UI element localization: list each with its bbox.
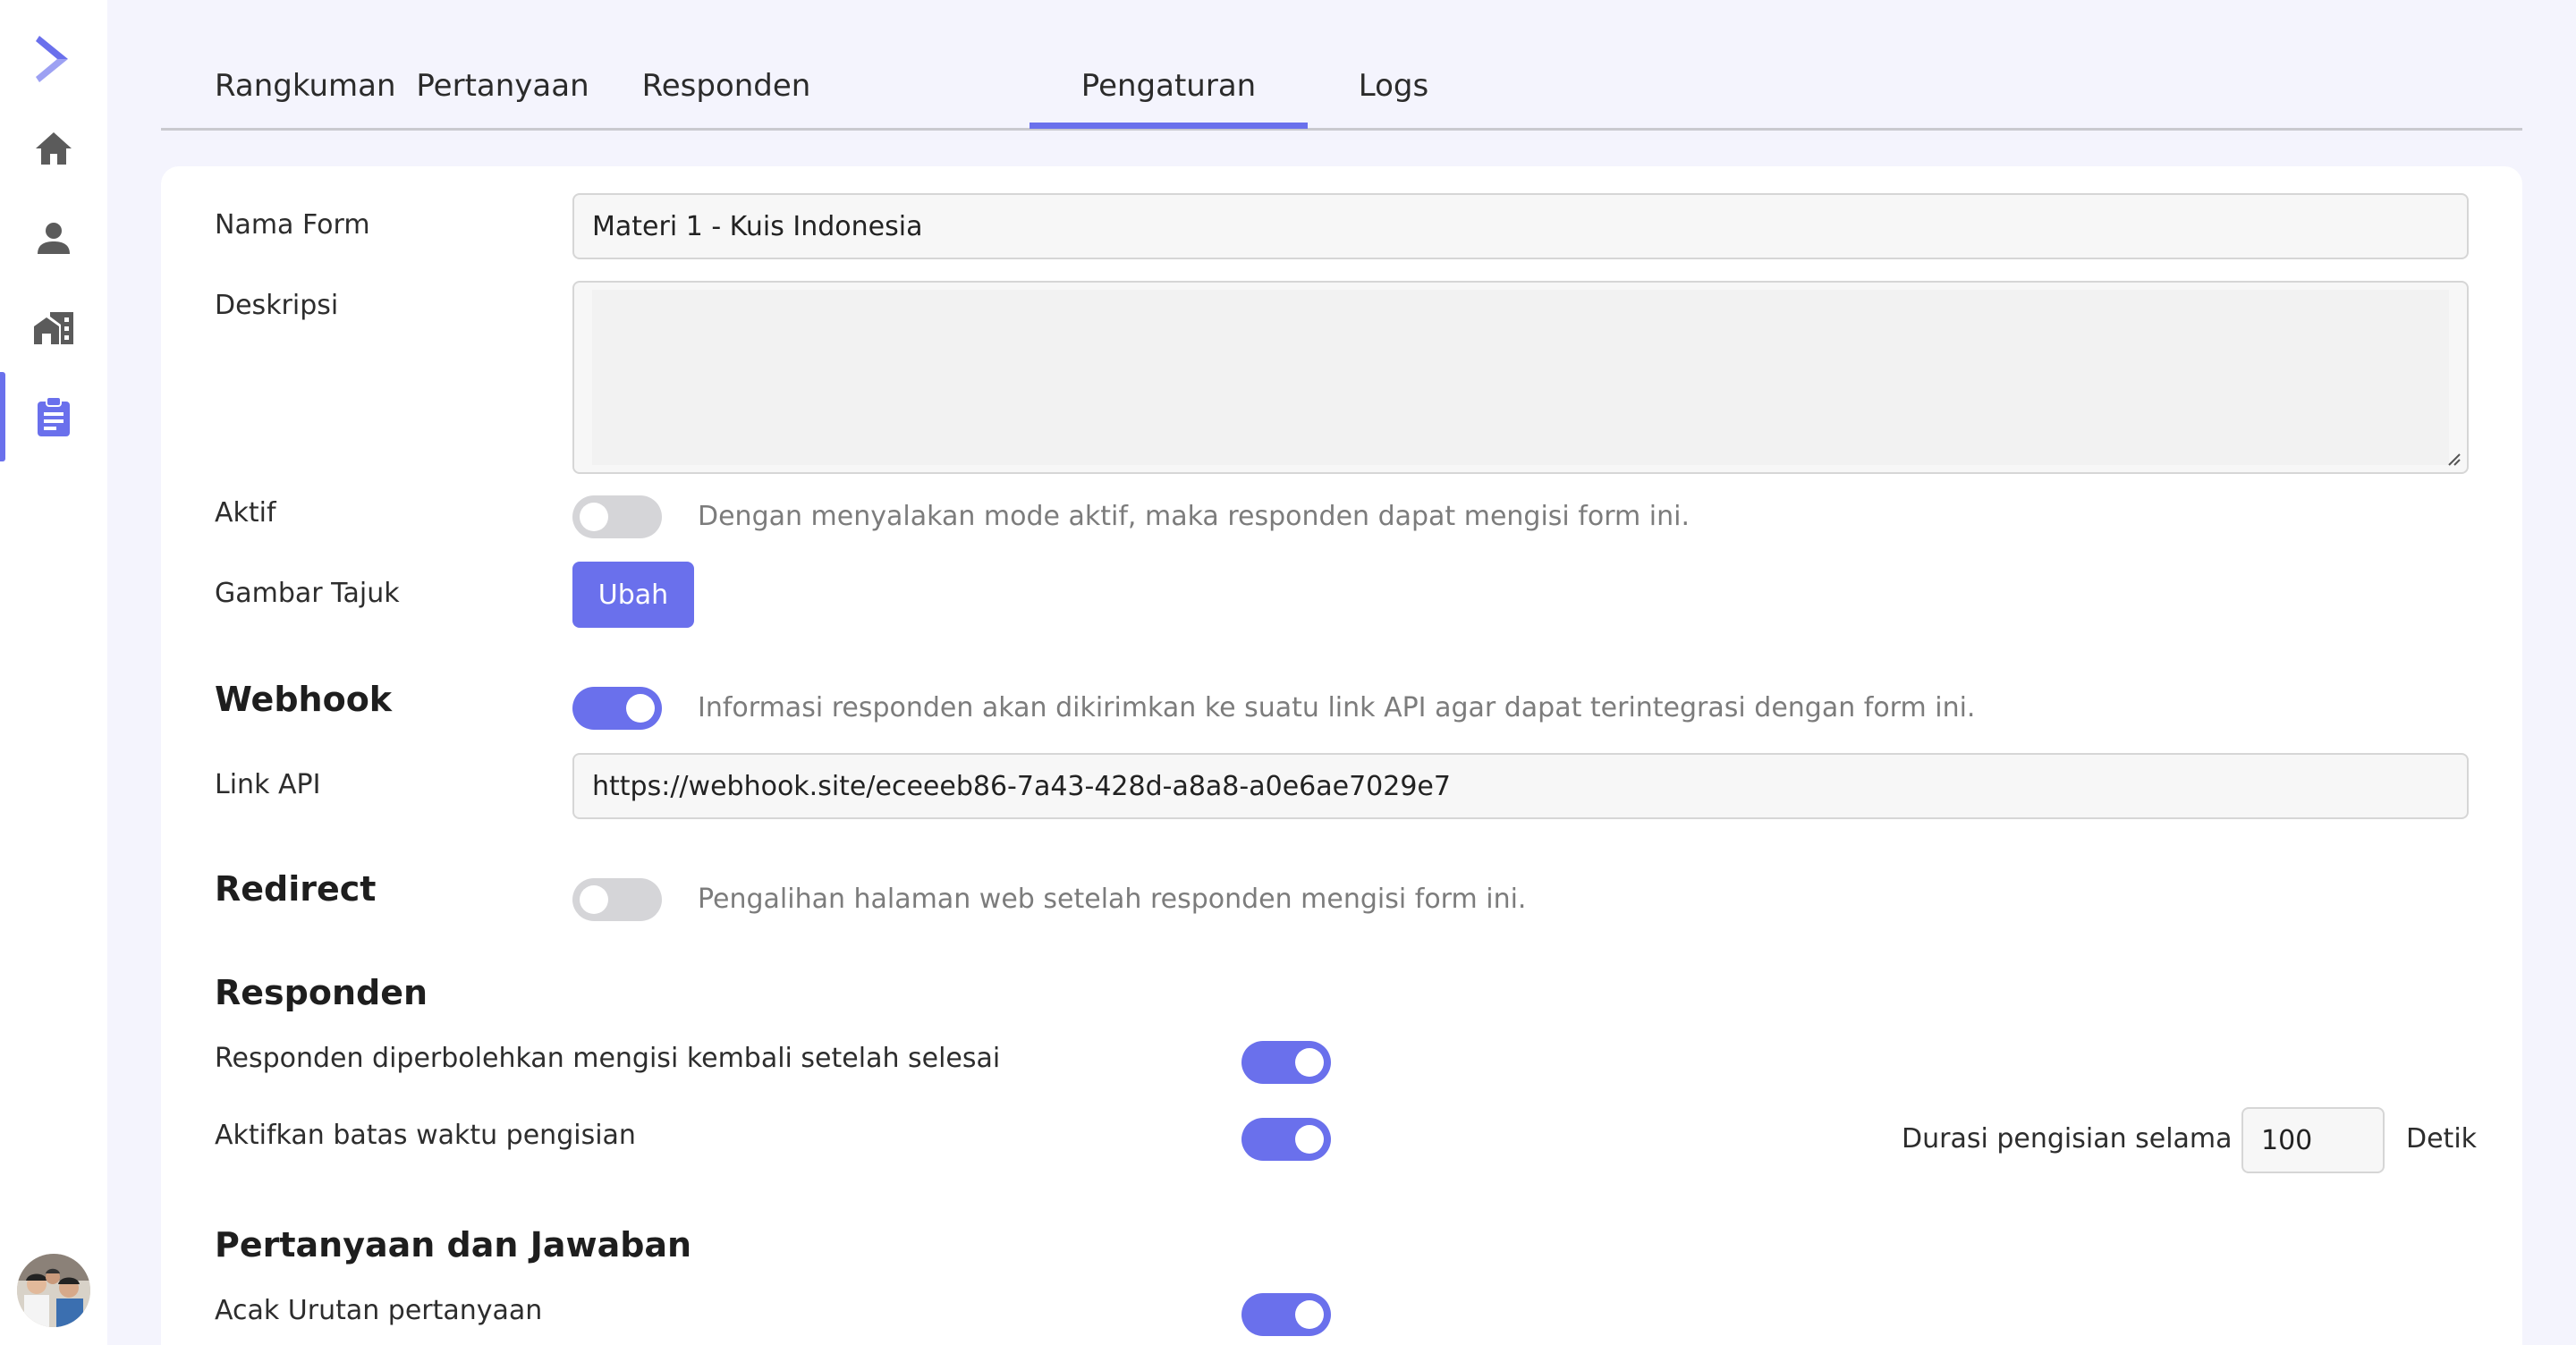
tab-logs[interactable]: Logs: [1349, 68, 1438, 129]
responden-heading: Responden: [215, 973, 428, 1012]
webhook-toggle[interactable]: [572, 687, 662, 730]
tab-responden[interactable]: Responden: [637, 68, 816, 129]
sidebar: [0, 0, 107, 1345]
description-value: [592, 290, 2449, 465]
home-icon[interactable]: [0, 104, 107, 193]
time-limit-toggle[interactable]: [1241, 1118, 1331, 1161]
link-api-input[interactable]: https://webhook.site/eceeeb86-7a43-428d-…: [572, 753, 2469, 819]
tab-pengaturan[interactable]: Pengaturan: [1030, 68, 1308, 129]
webhook-heading: Webhook: [215, 680, 393, 719]
avatar[interactable]: [17, 1254, 90, 1327]
duration-label: Durasi pengisian selama: [1902, 1123, 2233, 1155]
toggle-knob: [580, 503, 608, 531]
allow-refill-toggle[interactable]: [1241, 1041, 1331, 1084]
header-image-label: Gambar Tajuk: [215, 578, 400, 609]
webhook-hint: Informasi responden akan dikirimkan ke s…: [698, 692, 1976, 723]
qa-heading: Pertanyaan dan Jawaban: [215, 1225, 692, 1265]
description-textarea[interactable]: [572, 281, 2469, 474]
duration-input[interactable]: 100: [2241, 1107, 2385, 1173]
redirect-hint: Pengalihan halaman web setelah responden…: [698, 884, 1527, 915]
form-name-label: Nama Form: [215, 209, 370, 241]
shuffle-questions-label: Acak Urutan pertanyaan: [215, 1295, 543, 1326]
building-icon[interactable]: [0, 283, 107, 372]
person-icon[interactable]: [0, 193, 107, 283]
redirect-heading: Redirect: [215, 869, 377, 909]
logo-chevron-icon[interactable]: [0, 14, 107, 104]
active-label: Aktif: [215, 497, 276, 529]
duration-value: 100: [2261, 1124, 2313, 1156]
toggle-knob: [1295, 1300, 1324, 1329]
settings-card: Nama Form Materi 1 - Kuis Indonesia Desk…: [161, 166, 2522, 1345]
allow-refill-label: Responden diperbolehkan mengisi kembali …: [215, 1043, 1001, 1074]
link-api-value: https://webhook.site/eceeeb86-7a43-428d-…: [592, 770, 1451, 802]
resize-handle-icon[interactable]: [2447, 453, 2462, 467]
description-label: Deskripsi: [215, 290, 339, 321]
active-toggle[interactable]: [572, 495, 662, 538]
tab-rangkuman[interactable]: Rangkuman: [215, 68, 396, 129]
time-limit-label: Aktifkan batas waktu pengisian: [215, 1120, 636, 1151]
toggle-knob: [1295, 1125, 1324, 1154]
toggle-knob: [626, 694, 655, 723]
tab-pertanyaan[interactable]: Pertanyaan: [413, 68, 592, 129]
clipboard-icon[interactable]: [0, 372, 107, 461]
shuffle-questions-toggle[interactable]: [1241, 1293, 1331, 1336]
toggle-knob: [1295, 1048, 1324, 1077]
form-name-value: Materi 1 - Kuis Indonesia: [592, 210, 923, 242]
duration-unit: Detik: [2406, 1123, 2478, 1155]
toggle-knob: [580, 885, 608, 914]
change-image-button[interactable]: Ubah: [572, 562, 694, 628]
form-name-input[interactable]: Materi 1 - Kuis Indonesia: [572, 193, 2469, 259]
redirect-toggle[interactable]: [572, 878, 662, 921]
tab-bar: Rangkuman Pertanyaan Responden Pengatura…: [161, 50, 2522, 131]
active-hint: Dengan menyalakan mode aktif, maka respo…: [698, 501, 1690, 532]
link-api-label: Link API: [215, 769, 321, 800]
